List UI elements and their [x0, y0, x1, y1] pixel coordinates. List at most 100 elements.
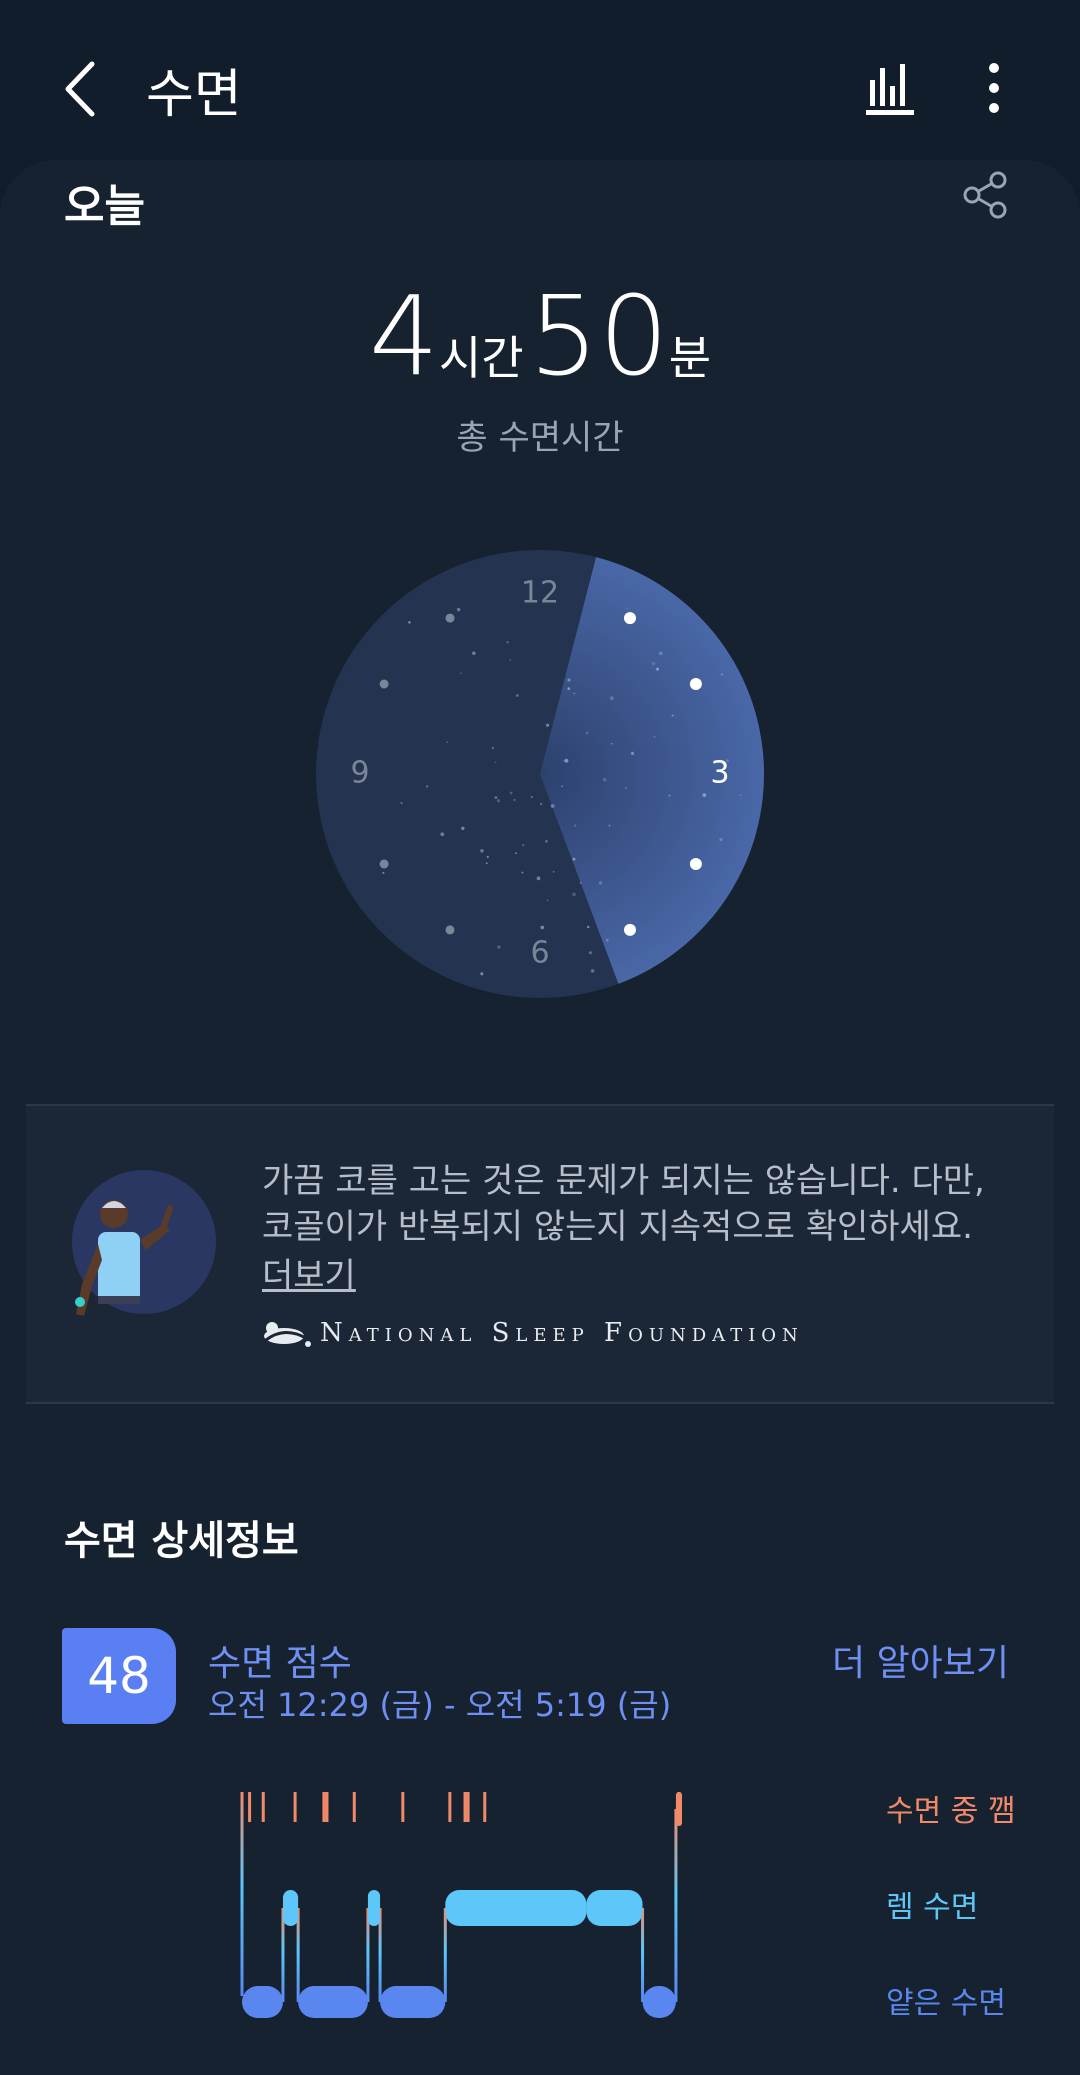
- stage-transition: [674, 1809, 678, 2002]
- awake-mark: [248, 1792, 252, 1822]
- star-dot: [497, 945, 501, 949]
- star-dot: [540, 925, 545, 930]
- star-dot: [651, 661, 656, 666]
- star-dot: [545, 723, 550, 727]
- stage-segment-light: [380, 1986, 446, 2018]
- star-dot: [739, 794, 742, 796]
- sleep-score-label: 수면 점수: [208, 1643, 352, 1684]
- stage-segment-rem: [445, 1890, 587, 1926]
- star-dot: [567, 687, 571, 690]
- clock-label-3: 3: [710, 756, 729, 791]
- share-button[interactable]: [960, 170, 1010, 220]
- star-dot: [590, 968, 595, 973]
- star-dot: [564, 758, 569, 763]
- star-dot: [572, 892, 576, 897]
- total-sleep-caption: 총 수면시간: [456, 418, 624, 458]
- clock-hour-dot: [689, 858, 702, 870]
- star-dot: [671, 714, 674, 717]
- awake-mark: [325, 1792, 329, 1822]
- clock-hour-dot: [379, 679, 389, 689]
- nsf-logo-icon: [262, 1316, 312, 1348]
- sleep-clock: 12 3 6 9: [314, 548, 766, 1000]
- star-dot: [494, 796, 498, 800]
- star-dot: [598, 881, 603, 885]
- star-dot: [567, 678, 571, 682]
- awake-mark: [466, 1792, 470, 1822]
- stage-transition: [443, 1908, 447, 2002]
- section-title: 수면 상세정보: [64, 1518, 299, 1564]
- star-dot: [610, 742, 613, 745]
- star-dot: [626, 607, 629, 610]
- stats-button[interactable]: [864, 58, 918, 118]
- star-dot: [552, 871, 555, 873]
- star-dot: [440, 832, 445, 837]
- clock-hour-dot: [689, 678, 702, 690]
- legend-awake: 수면 중 깸: [886, 1794, 1016, 1829]
- clock-hour-dot: [445, 925, 455, 935]
- star-dot: [630, 751, 635, 756]
- star-dot: [460, 672, 462, 675]
- stage-segment-rem: [282, 1890, 299, 1926]
- star-dot: [668, 794, 671, 797]
- sleep-stage-chart: [230, 1780, 710, 2030]
- minutes-value: 50: [528, 272, 669, 400]
- star-dot: [382, 871, 385, 875]
- more-options-button[interactable]: [976, 60, 1012, 116]
- star-dot: [562, 759, 565, 762]
- star-dot: [603, 778, 607, 782]
- nsf-source-label: National Sleep Foundation: [320, 1318, 804, 1348]
- awake-mark: [352, 1792, 356, 1822]
- app-bar: 수면: [0, 0, 1080, 170]
- star-dot: [461, 826, 465, 831]
- tip-more-link[interactable]: 더보기: [262, 1248, 356, 1297]
- page-title: 수면: [146, 65, 242, 125]
- learn-more-button[interactable]: 더 알아보기: [832, 1634, 1009, 1686]
- chevron-left-icon: [65, 61, 95, 117]
- star-dot: [545, 840, 548, 843]
- awake-mark: [322, 1792, 326, 1822]
- awake-mark: [261, 1792, 265, 1822]
- star-dot: [546, 899, 549, 902]
- star-dot: [536, 876, 541, 881]
- star-dot: [530, 795, 533, 799]
- back-button[interactable]: [56, 58, 108, 120]
- star-dot: [573, 692, 576, 695]
- share-icon: [963, 171, 1007, 219]
- stage-segment-light: [242, 1986, 283, 2018]
- awake-mark: [293, 1792, 297, 1822]
- hours-value: 4: [368, 272, 439, 400]
- star-dot: [522, 843, 525, 847]
- bar-chart-icon: [866, 64, 914, 115]
- star-dot: [656, 667, 660, 671]
- star-dot: [572, 857, 576, 861]
- legend-light: 얕은 수면: [886, 1986, 1006, 2021]
- star-dot: [509, 791, 513, 795]
- star-dot: [480, 849, 484, 853]
- stage-segment-awake: [675, 1792, 682, 1826]
- star-dot: [720, 673, 724, 676]
- star-dot: [521, 871, 524, 874]
- awake-mark: [448, 1792, 452, 1822]
- star-dot: [515, 694, 519, 697]
- star-dot: [702, 793, 707, 797]
- star-dot: [408, 621, 411, 624]
- stage-segment-light: [298, 1986, 368, 2018]
- star-dot: [573, 824, 577, 827]
- star-dot: [653, 735, 656, 739]
- clock-label-6: 6: [530, 936, 549, 971]
- stage-segment-light: [642, 1986, 676, 2018]
- divider: [26, 1402, 1054, 1404]
- star-dot: [719, 838, 723, 842]
- star-dot: [550, 803, 555, 808]
- awake-mark: [401, 1792, 405, 1822]
- star-dot: [585, 731, 589, 735]
- star-dot: [605, 938, 609, 942]
- more-vert-icon: [989, 63, 999, 113]
- clock-label-12: 12: [521, 576, 559, 611]
- star-dot: [509, 659, 512, 661]
- clock-label-9: 9: [350, 756, 369, 791]
- sleep-score-badge: 48: [62, 1628, 176, 1724]
- star-dot: [561, 785, 563, 788]
- star-dot: [446, 741, 448, 743]
- star-dot: [480, 972, 484, 976]
